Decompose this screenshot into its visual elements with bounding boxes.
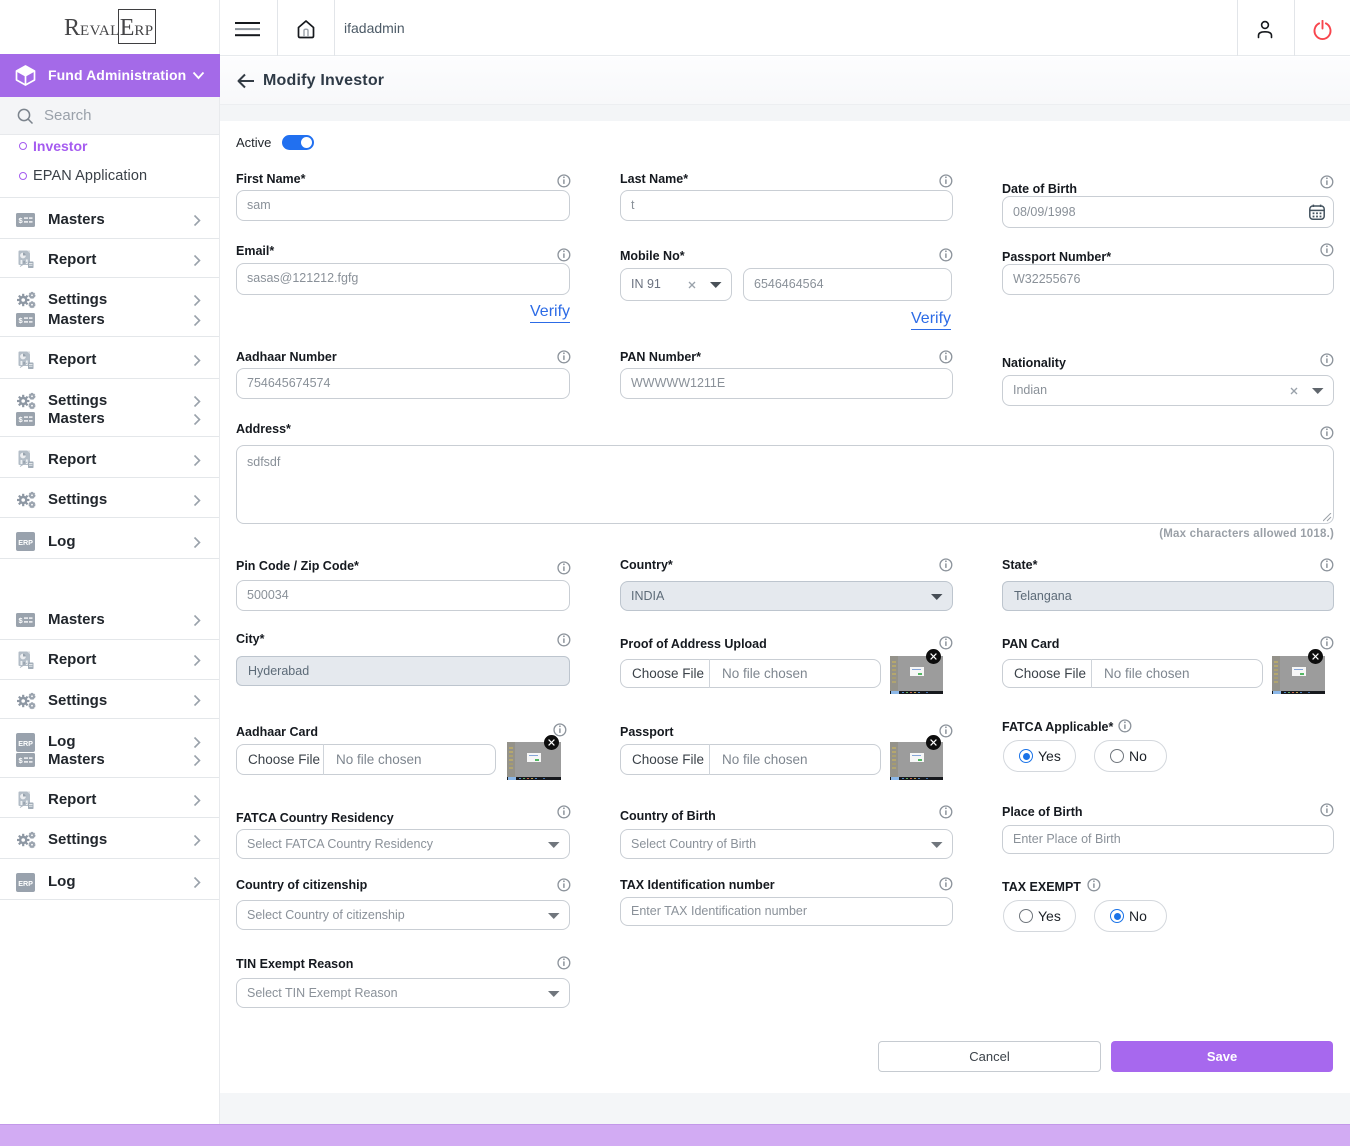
svg-text:ERP: ERP	[18, 879, 33, 888]
svg-text:ERP: ERP	[18, 538, 33, 547]
svg-text:ERP: ERP	[18, 739, 33, 748]
